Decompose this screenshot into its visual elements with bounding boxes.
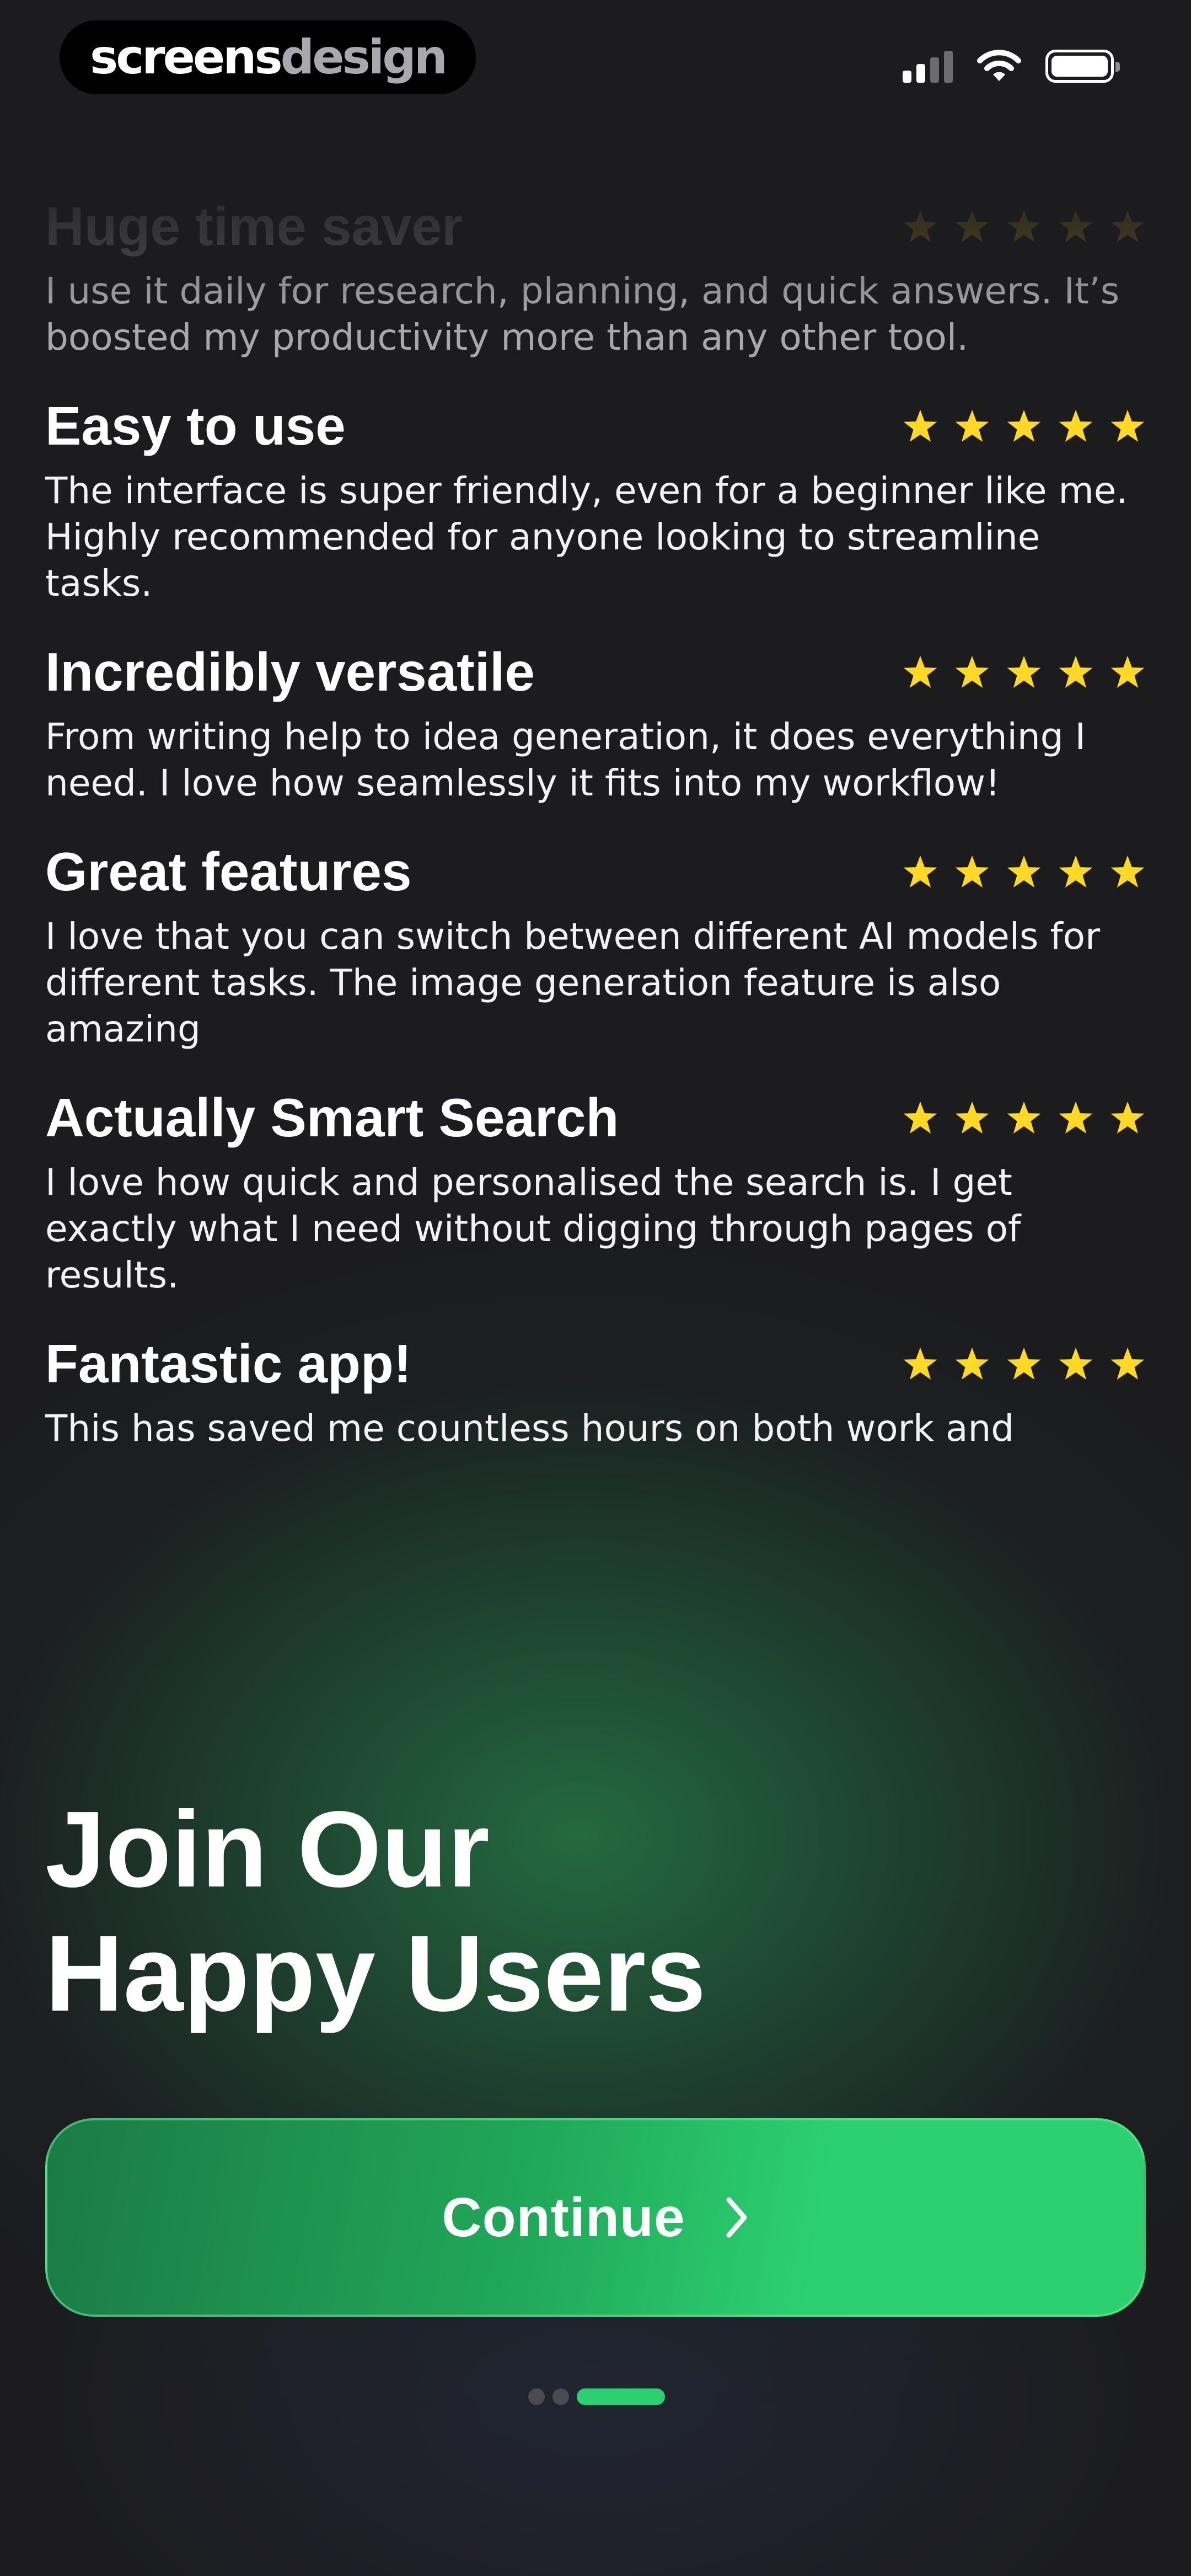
reviews-list: Huge time saver I use it daily for resear… xyxy=(45,188,1146,1478)
page-dot-active xyxy=(577,2388,665,2405)
brand-part-2: design xyxy=(280,30,448,85)
page-indicator xyxy=(528,2388,665,2405)
review-title: Actually Smart Search xyxy=(45,1087,619,1148)
star-icon xyxy=(1110,855,1145,888)
star-icon xyxy=(903,210,937,243)
review-body: I use it daily for research, planning, a… xyxy=(45,270,1120,359)
star-icon xyxy=(903,409,937,442)
star-icon xyxy=(955,210,989,243)
star-icon xyxy=(1007,1101,1041,1134)
review-item: Easy to use The interface is super friend… xyxy=(45,387,1146,607)
review-title: Easy to use xyxy=(45,396,346,456)
review-body: This has saved me countless hours on bot… xyxy=(45,1407,1015,1450)
title-line-2: Happy Users xyxy=(45,1913,706,2034)
star-icon xyxy=(1110,1101,1145,1134)
title-line-1: Join Our xyxy=(45,1789,490,1910)
star-icon xyxy=(955,409,989,442)
star-icon xyxy=(1007,409,1041,442)
wifi-icon xyxy=(977,50,1021,81)
status-bar: screens design xyxy=(0,0,1191,132)
star-icon xyxy=(1110,655,1145,688)
star-icon xyxy=(955,1101,989,1134)
star-icon xyxy=(1007,655,1041,688)
star-icon xyxy=(1059,409,1093,442)
star-rating xyxy=(902,1345,1146,1382)
star-icon xyxy=(903,1347,937,1380)
star-icon xyxy=(1059,655,1093,688)
review-body: I love that you can switch between diffe… xyxy=(45,915,1101,1050)
review-item: Actually Smart Search I love how quick an… xyxy=(45,1079,1146,1298)
star-rating xyxy=(902,654,1146,690)
continue-button[interactable]: Continue xyxy=(45,2118,1146,2317)
continue-button-label: Continue xyxy=(442,2186,685,2248)
review-body: From writing help to idea generation, it… xyxy=(45,715,1086,804)
review-item: Great features I love that you can switch… xyxy=(45,833,1146,1052)
page-dot xyxy=(552,2388,569,2405)
review-header: Actually Smart Search xyxy=(45,1079,1146,1156)
reviews-scroll-area[interactable]: Huge time saver I use it daily for resear… xyxy=(0,188,1191,1710)
status-icons xyxy=(903,47,1120,85)
star-icon xyxy=(903,655,937,688)
star-rating xyxy=(902,208,1146,244)
star-icon xyxy=(1007,855,1041,888)
star-icon xyxy=(903,855,937,888)
battery-icon xyxy=(1045,50,1120,83)
cellular-signal-icon xyxy=(903,50,953,83)
review-header: Fantastic app! xyxy=(45,1325,1146,1402)
review-title: Fantastic app! xyxy=(45,1333,412,1394)
review-title: Incredibly versatile xyxy=(45,642,535,702)
review-item: Fantastic app! This has saved me countles… xyxy=(45,1325,1146,1452)
page-title: Join Our Happy Users xyxy=(45,1787,706,2035)
star-rating xyxy=(902,408,1146,444)
brand-part-1: screens xyxy=(90,30,283,85)
review-body: I love how quick and personalised the se… xyxy=(45,1161,1021,1296)
review-body: The interface is super friendly, even fo… xyxy=(45,469,1128,605)
review-item: Huge time saver I use it daily for resear… xyxy=(45,188,1146,361)
chevron-right-icon xyxy=(726,2197,747,2238)
star-icon xyxy=(903,1101,937,1134)
star-icon xyxy=(955,855,989,888)
brand-watermark: screens design xyxy=(60,20,476,94)
star-icon xyxy=(1110,409,1145,442)
page-dot xyxy=(528,2388,545,2405)
review-header: Huge time saver xyxy=(45,188,1146,265)
review-title: Huge time saver xyxy=(45,196,463,256)
star-rating xyxy=(902,1099,1146,1136)
star-icon xyxy=(1110,210,1145,243)
star-icon xyxy=(955,1347,989,1380)
star-icon xyxy=(1059,855,1093,888)
star-rating xyxy=(902,853,1146,890)
review-header: Great features xyxy=(45,833,1146,910)
star-icon xyxy=(1007,210,1041,243)
star-icon xyxy=(955,655,989,688)
star-icon xyxy=(1110,1347,1145,1380)
review-header: Incredibly versatile xyxy=(45,633,1146,710)
star-icon xyxy=(1059,210,1093,243)
review-header: Easy to use xyxy=(45,387,1146,464)
star-icon xyxy=(1059,1347,1093,1380)
star-icon xyxy=(1059,1101,1093,1134)
review-title: Great features xyxy=(45,841,412,902)
review-item: Incredibly versatile From writing help to… xyxy=(45,633,1146,806)
star-icon xyxy=(1007,1347,1041,1380)
onboarding-screen: screens design Huge time saver I use it da… xyxy=(0,0,1191,2576)
